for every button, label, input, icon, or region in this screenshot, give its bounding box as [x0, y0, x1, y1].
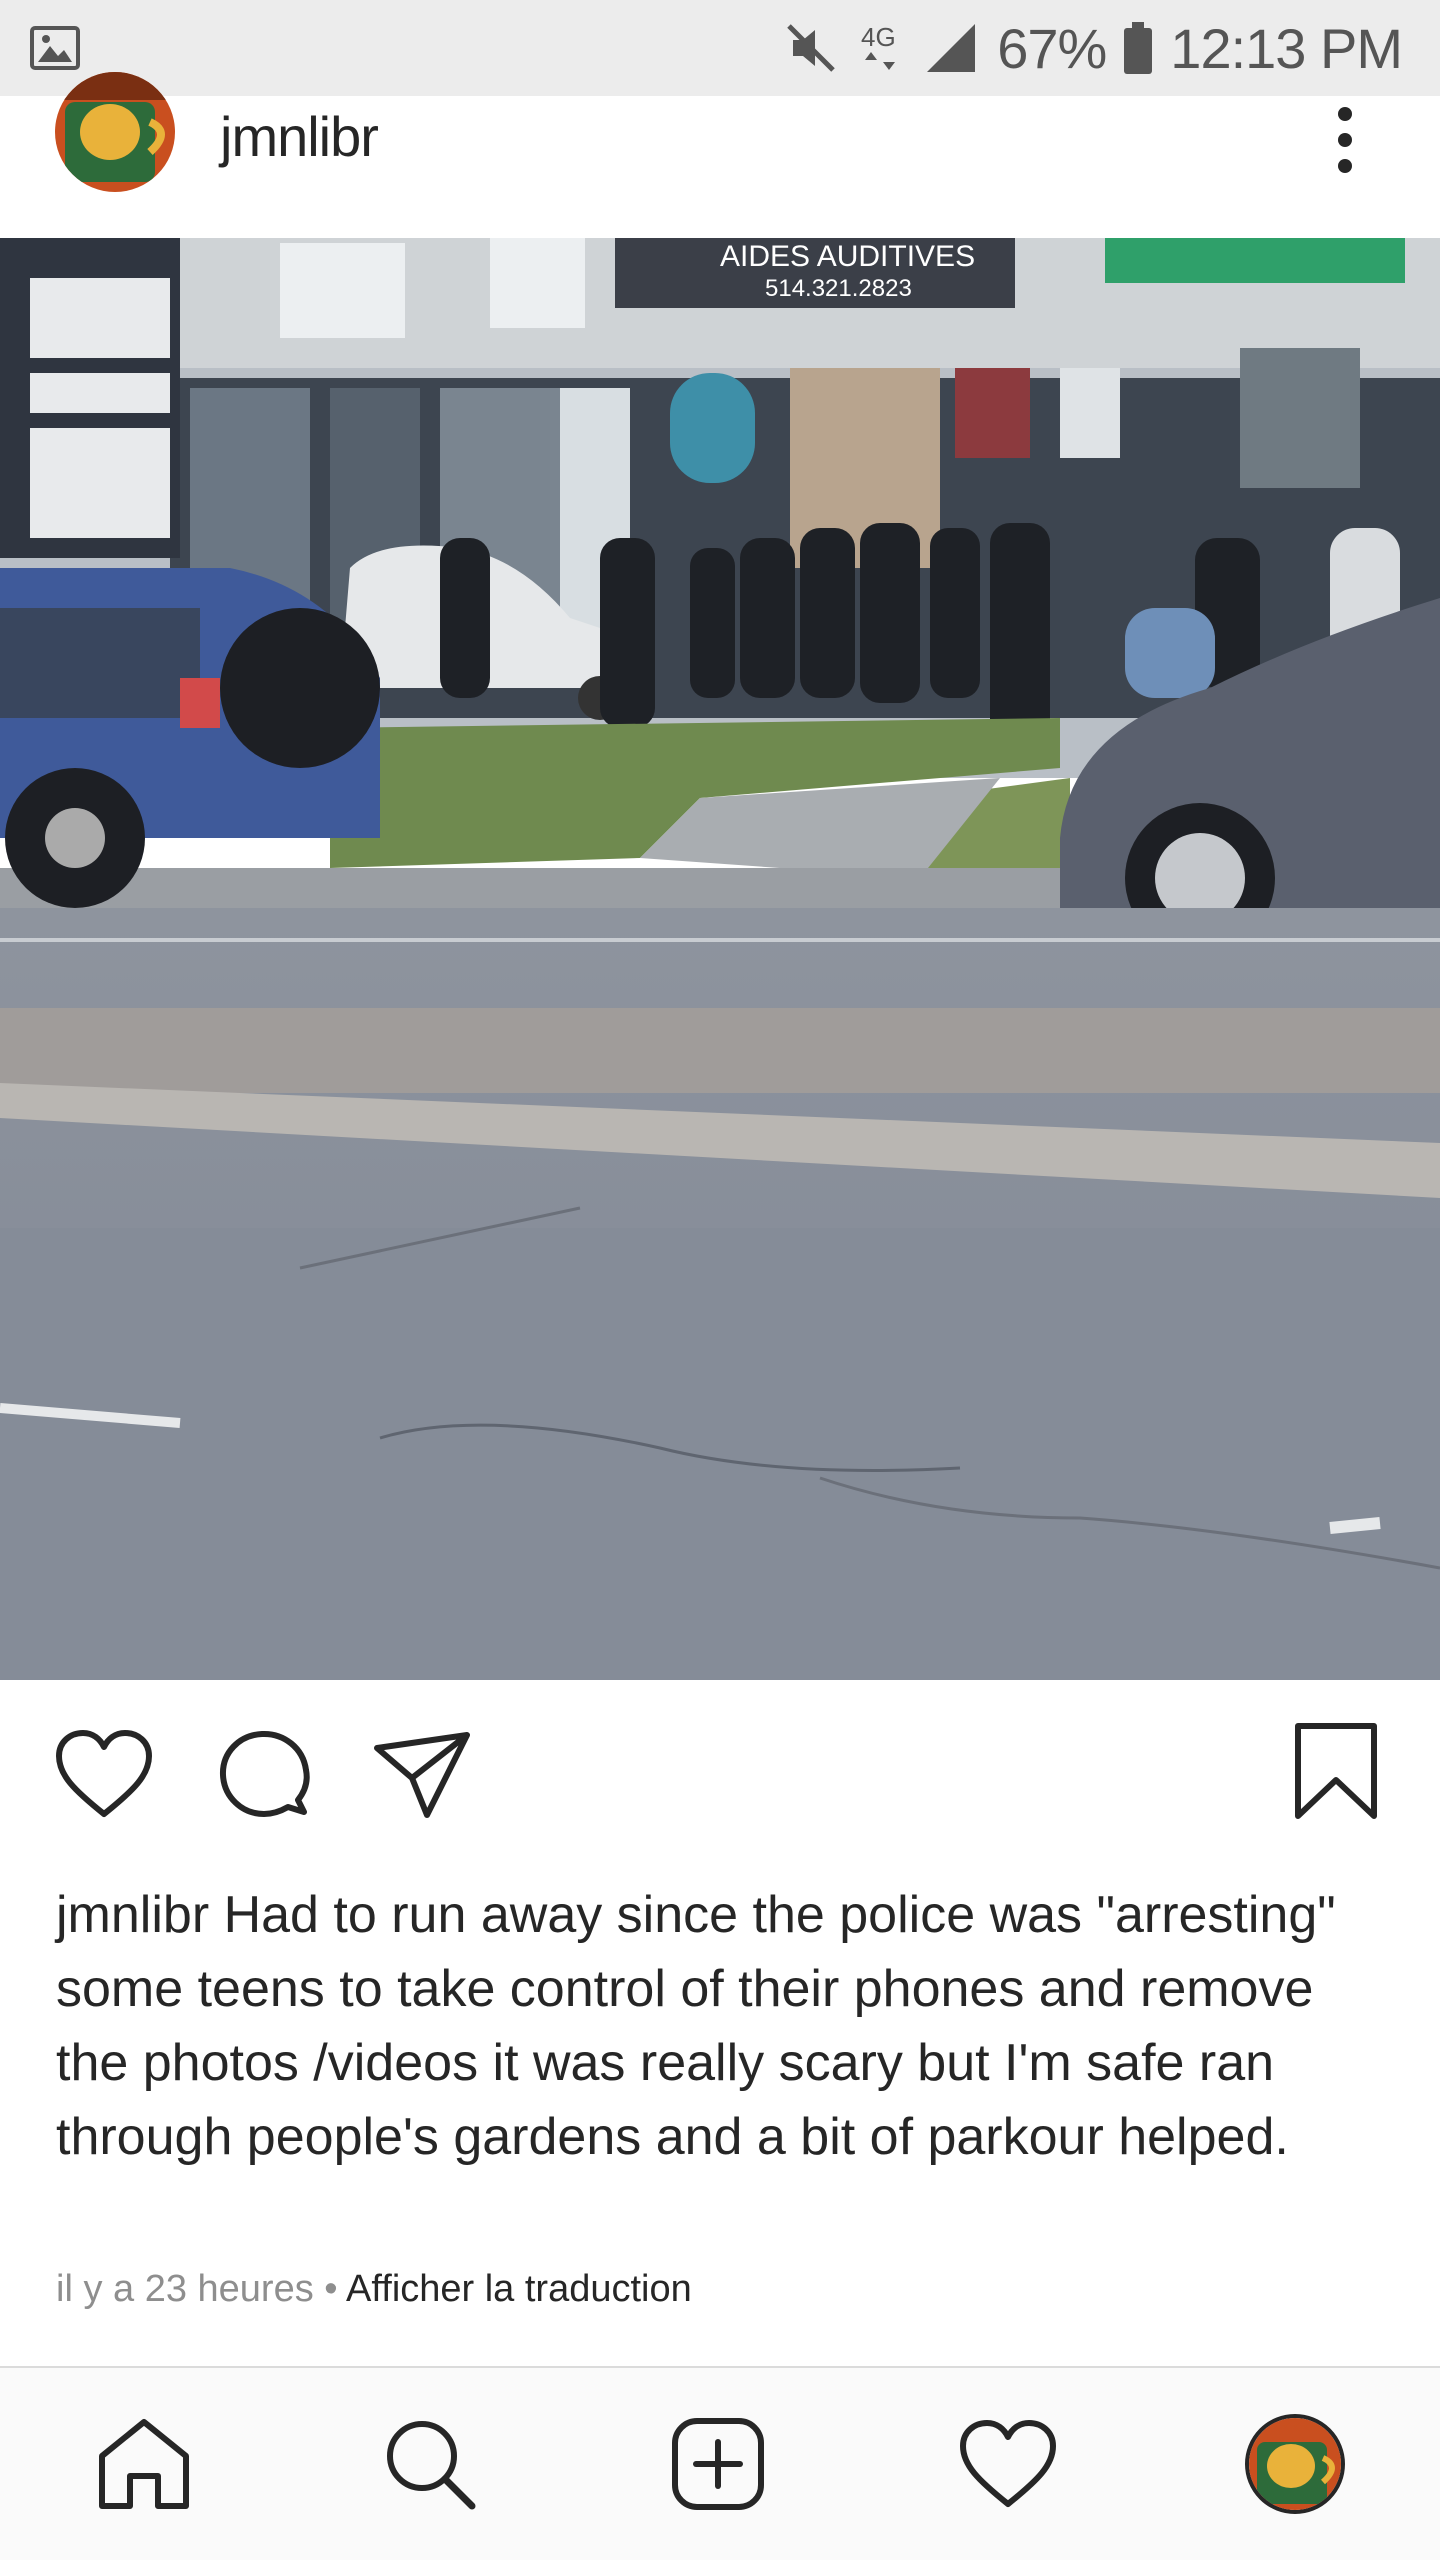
- post-photo[interactable]: AIDES AUDITIVES 514.321.2823: [0, 238, 1440, 1680]
- meta-separator: •: [313, 2268, 347, 2310]
- photo-sign-phone: 514.321.2823: [765, 275, 912, 302]
- post-actions: [0, 1700, 1440, 1840]
- search-icon[interactable]: [382, 2416, 478, 2512]
- caption-text: Had to run away since the police was "ar…: [56, 1886, 1336, 2166]
- caption-username[interactable]: jmnlibr: [56, 1886, 209, 1944]
- post-meta: il y a 23 heures • Afficher la traductio…: [56, 2268, 692, 2311]
- network-4g-icon: 4G: [861, 22, 896, 70]
- home-icon[interactable]: [96, 2416, 192, 2512]
- post-header: jmnlibr: [0, 72, 1440, 238]
- translate-link[interactable]: Afficher la traduction: [346, 2268, 692, 2310]
- post-author-avatar[interactable]: [55, 72, 175, 192]
- status-bar: 4G 67% 12:13 PM: [0, 0, 1440, 96]
- comment-icon[interactable]: [218, 1728, 310, 1820]
- battery-icon: [1124, 22, 1153, 74]
- save-icon[interactable]: [1292, 1722, 1380, 1822]
- photo-sign-text: AIDES AUDITIVES: [720, 240, 975, 273]
- battery-percent: 67%: [997, 16, 1107, 80]
- bottom-nav: [0, 2368, 1440, 2560]
- signal-icon: [927, 24, 976, 72]
- like-icon[interactable]: [54, 1730, 154, 1820]
- post-caption: jmnlibr Had to run away since the police…: [56, 1878, 1396, 2174]
- new-post-icon[interactable]: [670, 2416, 766, 2512]
- post-time-ago: il y a 23 heures: [56, 2268, 314, 2310]
- share-icon[interactable]: [372, 1730, 472, 1820]
- more-options-icon[interactable]: [1325, 104, 1365, 176]
- activity-icon[interactable]: [958, 2420, 1058, 2510]
- profile-avatar[interactable]: [1245, 2414, 1345, 2514]
- clock: 12:13 PM: [1170, 16, 1403, 80]
- mute-icon: [787, 24, 835, 72]
- post-author-username[interactable]: jmnlibr: [220, 104, 379, 169]
- gallery-icon: [30, 26, 80, 70]
- svg-text:4G: 4G: [861, 22, 896, 52]
